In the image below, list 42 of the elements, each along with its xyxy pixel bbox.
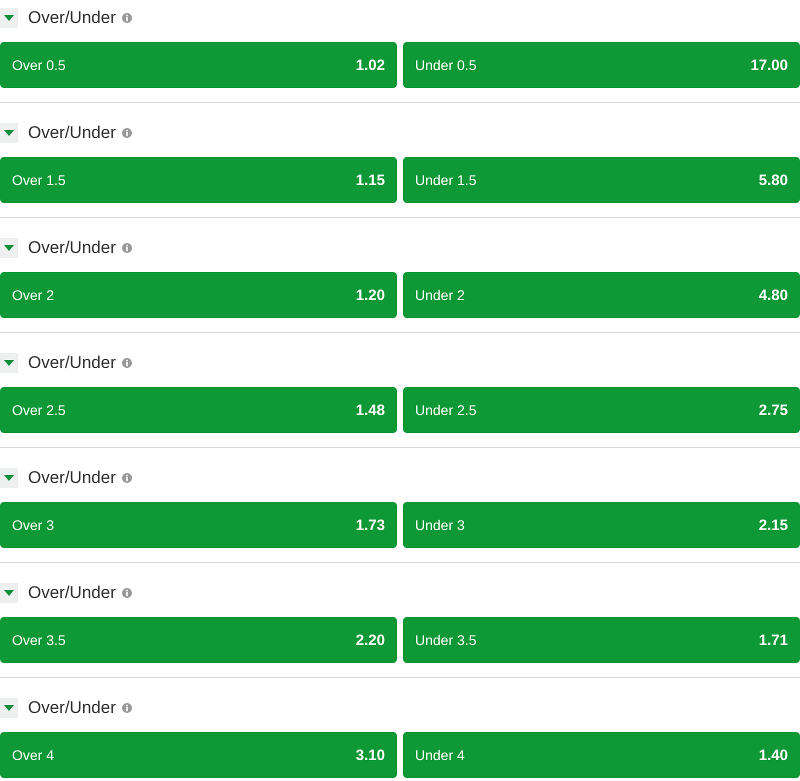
collapse-toggle[interactable] (0, 583, 18, 603)
caret-icon (4, 130, 14, 136)
info-icon[interactable] (122, 473, 132, 483)
collapse-toggle[interactable] (0, 353, 18, 373)
market-title: Over/Under (28, 353, 116, 373)
market-title: Over/Under (28, 698, 116, 718)
market-title: Over/Under (28, 8, 116, 28)
market-title: Over/Under (28, 468, 116, 488)
collapse-toggle[interactable] (0, 123, 18, 143)
odds-button[interactable]: Over 3.5 2.20 (0, 617, 397, 663)
caret-icon (4, 15, 14, 21)
odds-button[interactable]: Over 3 1.73 (0, 502, 397, 548)
collapse-toggle[interactable] (0, 698, 18, 718)
info-icon[interactable] (122, 128, 132, 138)
caret-icon (4, 705, 14, 711)
caret-icon (4, 360, 14, 366)
odds-button[interactable]: Under 4 1.40 (403, 732, 800, 778)
collapse-toggle[interactable] (0, 238, 18, 258)
odds-button[interactable]: Under 0.5 17.00 (403, 42, 800, 88)
market-title: Over/Under (28, 583, 116, 603)
info-icon[interactable] (122, 243, 132, 253)
info-icon[interactable] (122, 588, 132, 598)
info-icon[interactable] (122, 13, 132, 23)
odds-button[interactable]: Over 2 1.20 (0, 272, 397, 318)
odds-button[interactable]: Over 1.5 1.15 (0, 157, 397, 203)
odds-button[interactable]: Under 3.5 1.71 (403, 617, 800, 663)
odds-button[interactable]: Over 0.5 1.02 (0, 42, 397, 88)
caret-icon (4, 475, 14, 481)
caret-icon (4, 590, 14, 596)
odds-button[interactable]: Under 2.5 2.75 (403, 387, 800, 433)
info-icon[interactable] (122, 358, 132, 368)
odds-button[interactable]: Under 2 4.80 (403, 272, 800, 318)
odds-button[interactable]: Over 4 3.10 (0, 732, 397, 778)
collapse-toggle[interactable] (0, 468, 18, 488)
market-title: Over/Under (28, 238, 116, 258)
odds-button[interactable]: Under 3 2.15 (403, 502, 800, 548)
info-icon[interactable] (122, 703, 132, 713)
market-title: Over/Under (28, 123, 116, 143)
collapse-toggle[interactable] (0, 8, 18, 28)
odds-button[interactable]: Over 2.5 1.48 (0, 387, 397, 433)
caret-icon (4, 245, 14, 251)
odds-button[interactable]: Under 1.5 5.80 (403, 157, 800, 203)
